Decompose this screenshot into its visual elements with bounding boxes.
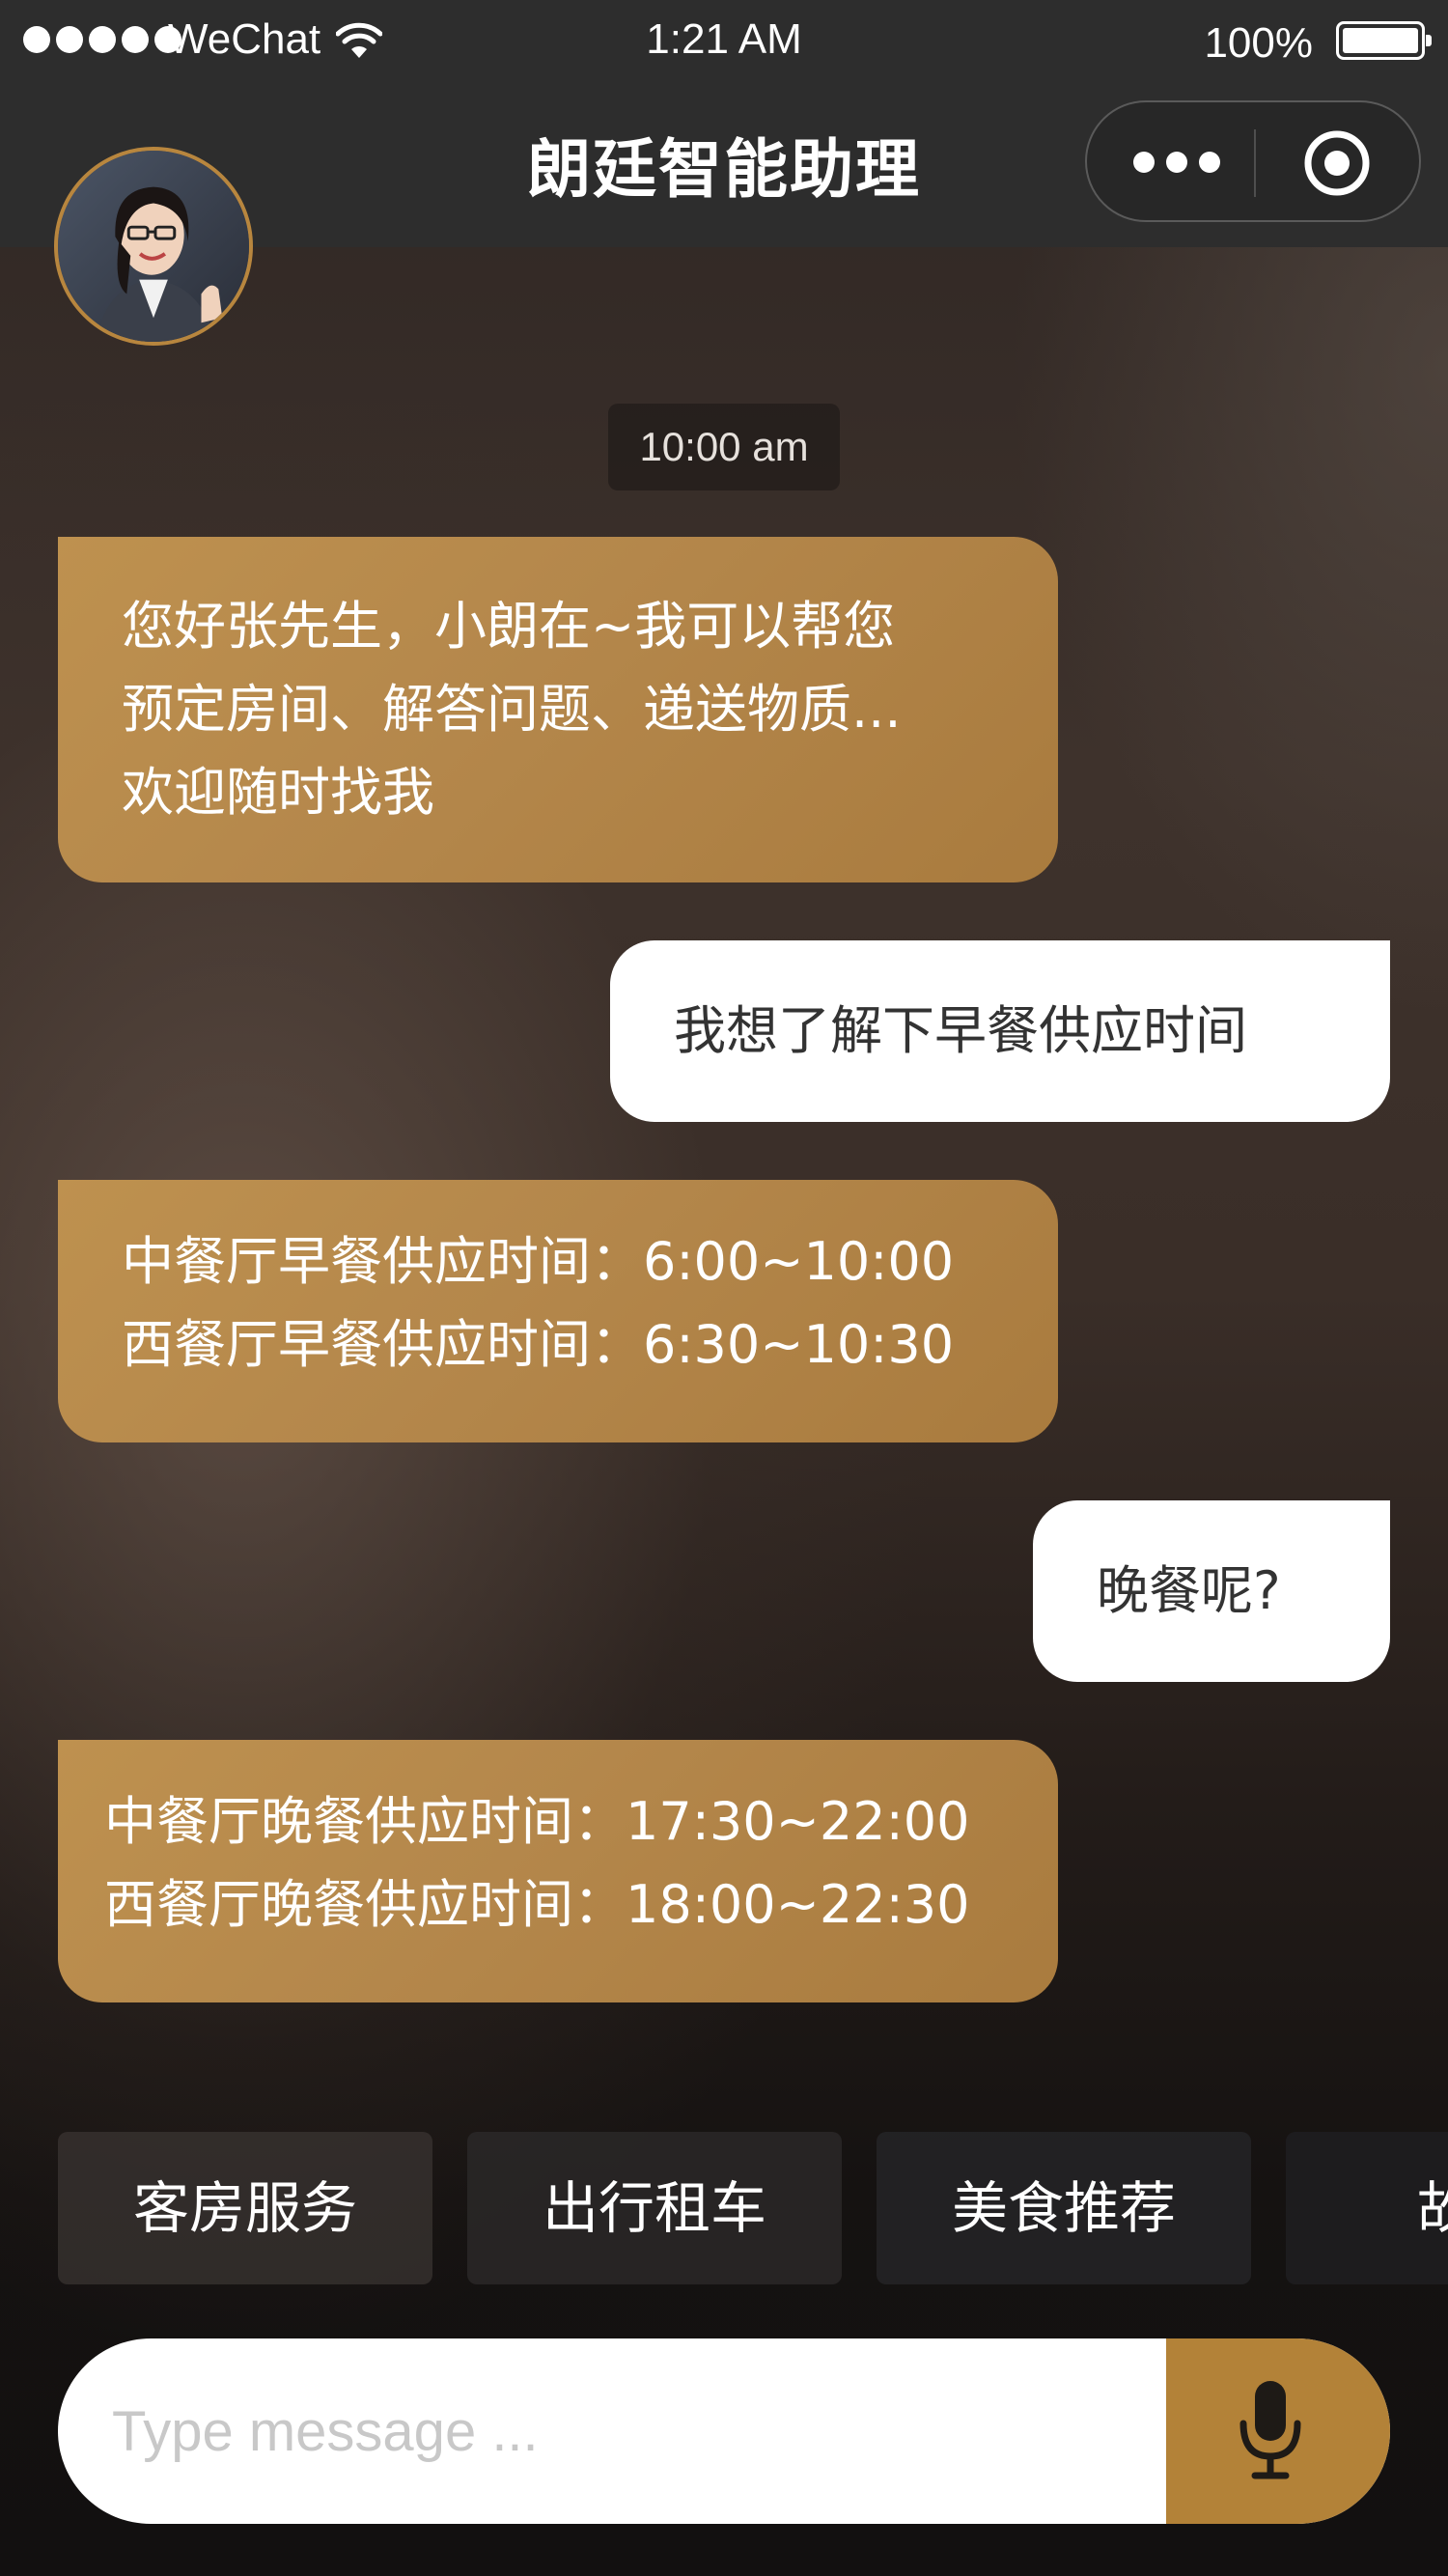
message-input[interactable]: [58, 2338, 1166, 2524]
quick-reply-fault[interactable]: 故障: [1286, 2132, 1448, 2284]
capsule-divider: [1254, 129, 1256, 197]
status-bar: WeChat 1:21 AM 100%: [0, 0, 1448, 81]
message-composer: [58, 2338, 1390, 2524]
miniprogram-capsule: [1085, 100, 1421, 222]
message-line: 晚餐呢?: [1097, 1560, 1281, 1621]
target-circle-icon[interactable]: [1303, 129, 1371, 197]
voice-button[interactable]: [1166, 2338, 1390, 2524]
quick-reply-food[interactable]: 美食推荐: [877, 2132, 1251, 2284]
battery-percent: 100%: [1204, 19, 1313, 67]
message-line: 西餐厅早餐供应时间：6:30~10:30: [122, 1314, 955, 1375]
message-line: 预定房间、解答问题、递送物质...: [122, 679, 902, 740]
user-message: 我想了解下早餐供应时间: [610, 940, 1390, 1122]
message-line: 我想了解下早餐供应时间: [674, 1000, 1247, 1061]
message-line: 西餐厅晚餐供应时间：18:00~22:30: [104, 1874, 970, 1935]
assistant-avatar[interactable]: [54, 147, 253, 346]
bot-message: 中餐厅早餐供应时间：6:00~10:00 西餐厅早餐供应时间：6:30~10:3…: [58, 1180, 1058, 1442]
quick-reply-car-rental[interactable]: 出行租车: [467, 2132, 842, 2284]
battery-icon: [1336, 21, 1432, 60]
bot-message: 您好张先生，小朗在~我可以帮您 预定房间、解答问题、递送物质... 欢迎随时找我: [58, 537, 1058, 882]
woman-avatar-icon: [58, 151, 249, 342]
message-line: 中餐厅早餐供应时间：6:00~10:00: [122, 1231, 955, 1292]
quick-reply-bar: 客房服务 出行租车 美食推荐 故障: [58, 2132, 1448, 2286]
bot-message: 中餐厅晚餐供应时间：17:30~22:00 西餐厅晚餐供应时间：18:00~22…: [58, 1740, 1058, 2002]
quick-reply-room-service[interactable]: 客房服务: [58, 2132, 432, 2284]
message-line: 您好张先生，小朗在~我可以帮您: [122, 596, 896, 657]
message-line: 欢迎随时找我: [122, 762, 434, 823]
more-dots-icon[interactable]: [1133, 141, 1239, 183]
chat-timestamp: 10:00 am: [608, 404, 840, 490]
user-message: 晚餐呢?: [1033, 1500, 1390, 1682]
microphone-icon: [1239, 2381, 1301, 2479]
message-line: 中餐厅晚餐供应时间：17:30~22:00: [104, 1791, 970, 1852]
